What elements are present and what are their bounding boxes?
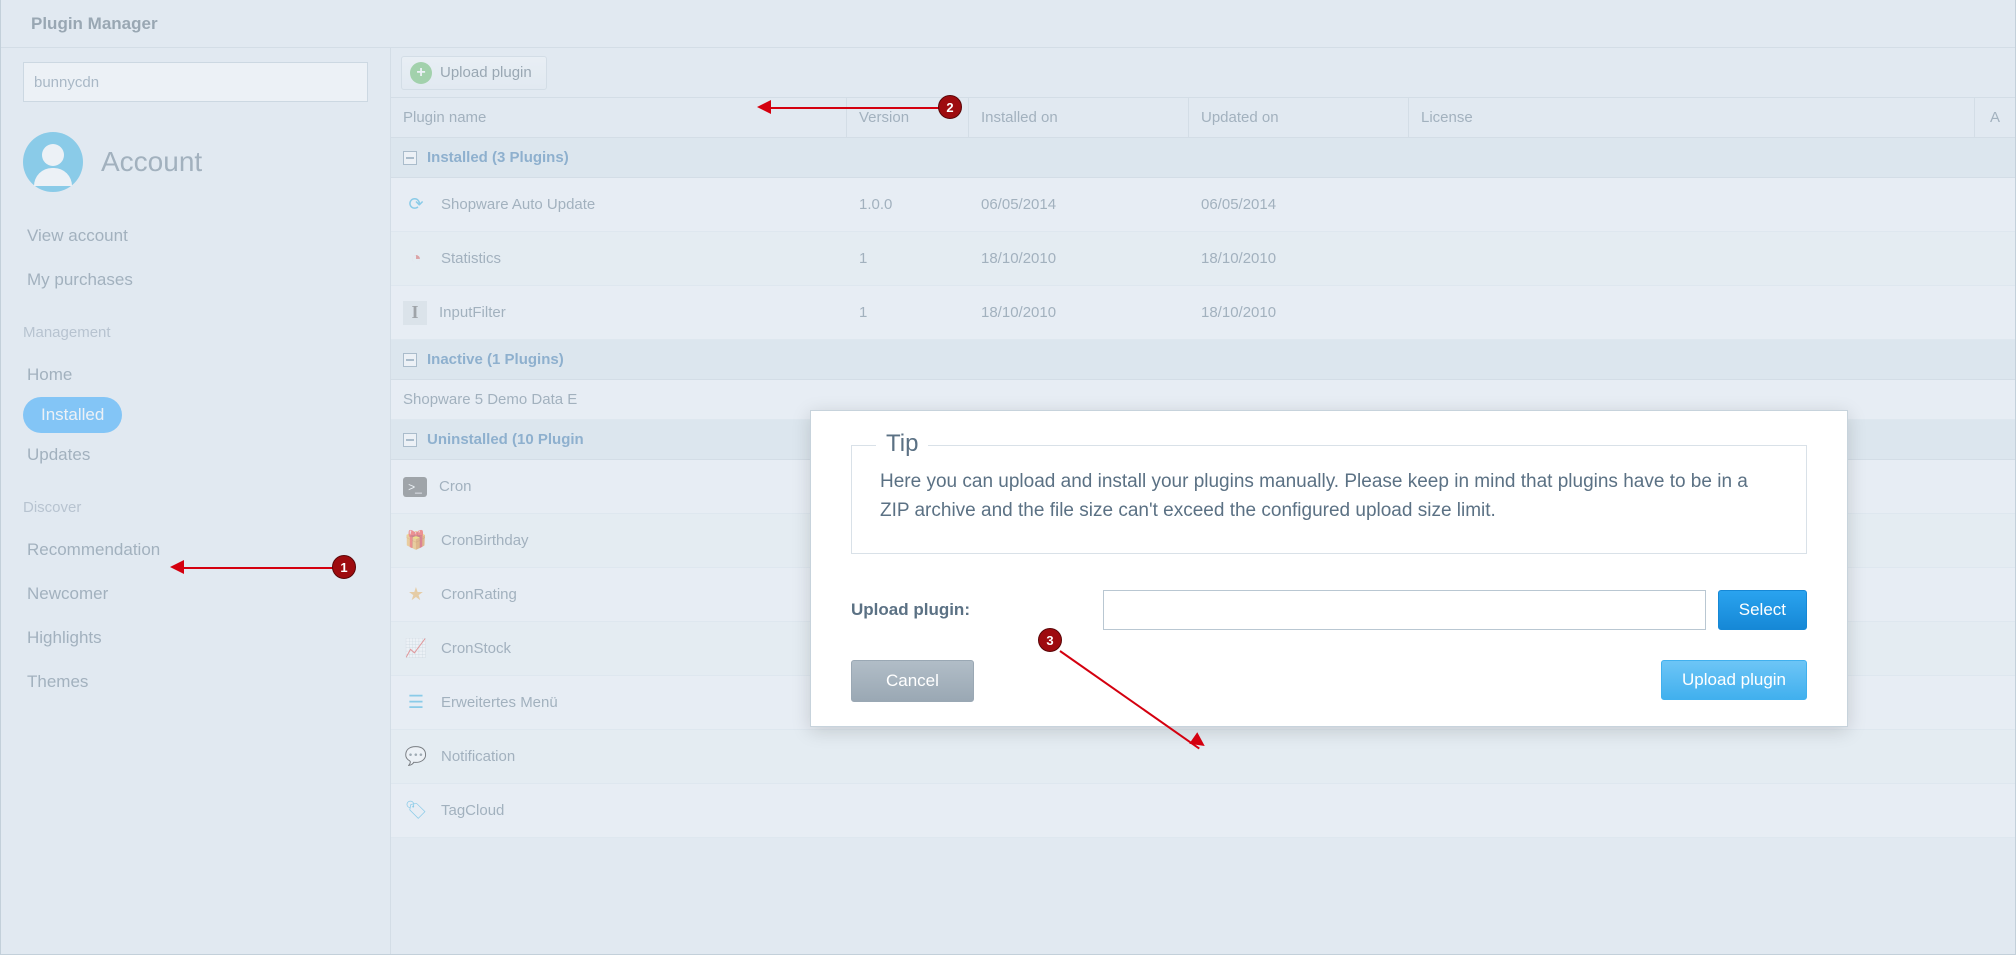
row-version: 1 (847, 250, 969, 267)
pie-icon: ◔ (403, 246, 429, 272)
tag-icon: 🏷 (403, 798, 429, 824)
row-name: Notification (441, 748, 515, 765)
annotation-arrow-1 (183, 567, 333, 569)
row-version: 1 (847, 304, 969, 321)
group-inactive[interactable]: Inactive (1 Plugins) (391, 340, 2015, 380)
upload-file-input[interactable] (1103, 590, 1706, 630)
chart-icon: 📈 (403, 636, 429, 662)
table-row[interactable]: 🏷 TagCloud (391, 784, 2015, 838)
select-file-button[interactable]: Select (1718, 590, 1807, 630)
nav-section-management: Management (23, 324, 368, 341)
comment-icon: 💬 (403, 744, 429, 770)
row-updated: 18/10/2010 (1189, 250, 1409, 267)
table-header: Plugin name Version Installed on Updated… (391, 98, 2015, 138)
annotation-arrowhead-2 (757, 100, 771, 114)
nav-recommendation[interactable]: Recommendation (23, 528, 368, 572)
row-updated: 18/10/2010 (1189, 304, 1409, 321)
upload-plugin-label: Upload plugin (440, 64, 532, 81)
upload-submit-button[interactable]: Upload plugin (1661, 660, 1807, 700)
group-installed-title: Installed (3 Plugins) (427, 149, 569, 166)
gift-icon: 🎁 (403, 528, 429, 554)
row-name: CronRating (441, 586, 517, 603)
text-icon: I (403, 301, 427, 325)
th-actions: A (1975, 98, 2015, 137)
nav-highlights[interactable]: Highlights (23, 616, 368, 660)
tip-text: Here you can upload and install your plu… (880, 468, 1778, 525)
nav-my-purchases[interactable]: My purchases (23, 258, 368, 302)
nav-installed[interactable]: Installed (23, 397, 122, 433)
th-license[interactable]: License (1409, 98, 1975, 137)
cancel-button[interactable]: Cancel (851, 660, 974, 702)
annotation-arrowhead-1 (170, 560, 184, 574)
group-inactive-title: Inactive (1 Plugins) (427, 351, 564, 368)
group-uninstalled-title: Uninstalled (10 Plugin (427, 431, 584, 448)
row-name: Shopware Auto Update (441, 196, 595, 213)
plus-icon: + (410, 62, 432, 84)
table-row[interactable]: ◔ Statistics 1 18/10/2010 18/10/2010 (391, 232, 2015, 286)
sidebar: Account View account My purchases Manage… (1, 48, 391, 954)
row-name: InputFilter (439, 304, 506, 321)
tip-legend: Tip (876, 430, 928, 458)
annotation-marker-2: 2 (938, 95, 962, 119)
nav-home[interactable]: Home (23, 353, 368, 397)
collapse-icon[interactable] (403, 151, 417, 165)
th-installed[interactable]: Installed on (969, 98, 1189, 137)
row-name: Erweitertes Menü (441, 694, 558, 711)
terminal-icon: >_ (403, 477, 427, 497)
menu-icon: ☰ (403, 690, 429, 716)
refresh-icon: ⟳ (403, 192, 429, 218)
upload-label: Upload plugin: (851, 600, 1091, 620)
annotation-marker-3: 3 (1038, 628, 1062, 652)
row-installed: 18/10/2010 (969, 250, 1189, 267)
row-name: Cron (439, 478, 472, 495)
row-version: 1.0.0 (847, 196, 969, 213)
th-updated[interactable]: Updated on (1189, 98, 1409, 137)
nav-view-account[interactable]: View account (23, 214, 368, 258)
nav-section-discover: Discover (23, 499, 368, 516)
table-row[interactable]: I InputFilter 1 18/10/2010 18/10/2010 (391, 286, 2015, 340)
group-installed[interactable]: Installed (3 Plugins) (391, 138, 2015, 178)
nav-themes[interactable]: Themes (23, 660, 368, 704)
window-title: Plugin Manager (1, 0, 2015, 48)
annotation-arrow-2 (770, 107, 940, 109)
row-name: Shopware 5 Demo Data E (403, 391, 577, 408)
row-name: TagCloud (441, 802, 504, 819)
annotation-marker-1: 1 (332, 555, 356, 579)
row-installed: 18/10/2010 (969, 304, 1189, 321)
upload-row: Upload plugin: Select (851, 590, 1807, 630)
row-installed: 06/05/2014 (969, 196, 1189, 213)
account-section: Account (23, 132, 368, 192)
account-title: Account (101, 146, 202, 178)
row-updated: 06/05/2014 (1189, 196, 1409, 213)
collapse-icon[interactable] (403, 353, 417, 367)
avatar-icon (23, 132, 83, 192)
table-row[interactable]: ⟳ Shopware Auto Update 1.0.0 06/05/2014 0… (391, 178, 2015, 232)
upload-dialog: Tip Here you can upload and install your… (810, 410, 1848, 727)
nav-updates[interactable]: Updates (23, 433, 368, 477)
row-name: Statistics (441, 250, 501, 267)
nav-newcomer[interactable]: Newcomer (23, 572, 368, 616)
collapse-icon[interactable] (403, 433, 417, 447)
star-icon: ★ (403, 582, 429, 608)
th-plugin-name[interactable]: Plugin name (391, 98, 847, 137)
tip-fieldset: Tip Here you can upload and install your… (851, 445, 1807, 554)
search-input[interactable] (23, 62, 368, 102)
row-name: CronBirthday (441, 532, 529, 549)
upload-plugin-button[interactable]: + Upload plugin (401, 56, 547, 90)
dialog-actions: Cancel Upload plugin (851, 660, 1807, 702)
toolbar: + Upload plugin (391, 48, 2015, 98)
row-name: CronStock (441, 640, 511, 657)
